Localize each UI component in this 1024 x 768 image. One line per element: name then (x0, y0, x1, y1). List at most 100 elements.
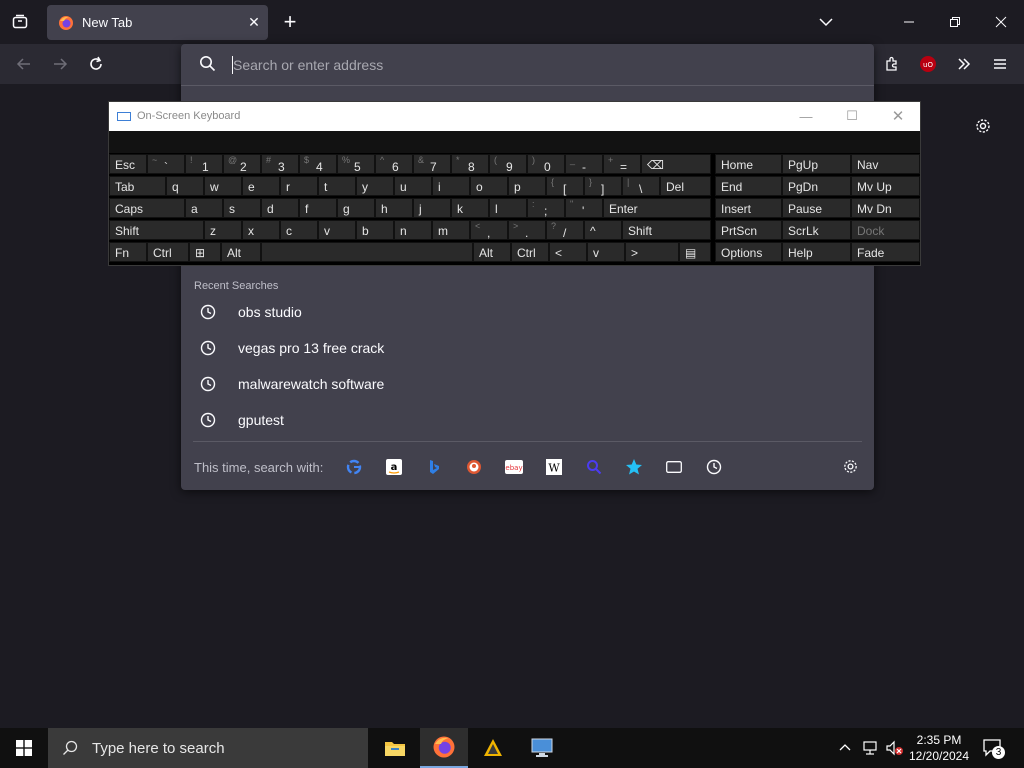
back-button[interactable] (12, 52, 36, 76)
osk-key[interactable]: g (337, 198, 375, 218)
osk-key-arrow-up[interactable]: ^ (584, 220, 622, 240)
osk-key[interactable]: * 8 (451, 154, 489, 174)
close-window-button[interactable] (989, 10, 1013, 34)
network-button[interactable] (862, 740, 880, 756)
osk-key[interactable]: % 5 (337, 154, 375, 174)
osk-key[interactable]: :; (527, 198, 565, 218)
ublock-origin-button[interactable]: uO (916, 52, 940, 76)
osk-key-menu[interactable]: ▤ (679, 242, 711, 262)
bing-icon[interactable] (425, 458, 443, 476)
amazon-icon[interactable]: a (385, 458, 403, 476)
google-icon[interactable] (345, 458, 363, 476)
osk-key[interactable]: ? / (546, 220, 584, 240)
volume-button[interactable] (885, 740, 905, 756)
osk-key-backspace[interactable]: ⌫ (641, 154, 711, 174)
osk-key-shift-left[interactable]: Shift (109, 220, 204, 240)
close-tab-icon[interactable]: ✕ (240, 14, 268, 31)
osk-key[interactable]: r (280, 176, 318, 196)
osk-key-fade[interactable]: Fade (851, 242, 920, 262)
osk-key[interactable]: @2 (223, 154, 261, 174)
osk-key[interactable]: " ' (565, 198, 603, 218)
app-menu-button[interactable] (988, 52, 1012, 76)
tab-list-button[interactable] (8, 10, 32, 34)
osk-key-esc[interactable]: Esc (109, 154, 147, 174)
osk-key-ctrl[interactable]: Ctrl (147, 242, 189, 262)
osk-key-dock[interactable]: Dock (851, 220, 920, 240)
osk-key-end[interactable]: End (715, 176, 782, 196)
osk-key-nav[interactable]: Nav (851, 154, 920, 174)
osk-key[interactable]: >. (508, 220, 546, 240)
osk-key[interactable]: q (166, 176, 204, 196)
wikipedia-icon[interactable]: W (545, 458, 563, 476)
osk-key[interactable]: a (185, 198, 223, 218)
osk-key[interactable]: p (508, 176, 546, 196)
osk-key[interactable]: {[ (546, 176, 584, 196)
osk-key[interactable]: t (318, 176, 356, 196)
bookmarks-star-icon[interactable] (625, 458, 643, 476)
action-center-button[interactable]: 3 (982, 738, 1006, 760)
osk-key[interactable]: m (432, 220, 470, 240)
more-tools-button[interactable] (952, 52, 976, 76)
taskbar-search-box[interactable]: Type here to search (48, 728, 368, 768)
osk-key-pause[interactable]: Pause (782, 198, 851, 218)
osk-key[interactable]: w (204, 176, 242, 196)
osk-key[interactable]: & 7 (413, 154, 451, 174)
recent-search-item[interactable]: gputest (194, 403, 861, 437)
osk-key-caps[interactable]: Caps (109, 198, 185, 218)
osk-key[interactable]: y (356, 176, 394, 196)
osk-close-button[interactable]: ✕ (883, 106, 913, 126)
osk-key-space[interactable] (261, 242, 473, 262)
osk-key[interactable]: u (394, 176, 432, 196)
osk-maximize-button[interactable]: ☐ (837, 106, 867, 126)
osk-key-prtscn[interactable]: PrtScn (715, 220, 782, 240)
list-all-tabs-button[interactable] (814, 10, 838, 34)
osk-key[interactable]: (9 (489, 154, 527, 174)
recent-search-item[interactable]: malwarewatch software (194, 367, 861, 401)
osk-key-alt[interactable]: Alt (221, 242, 261, 262)
osk-key-scrlk[interactable]: ScrLk (782, 220, 851, 240)
osk-key[interactable]: <, (470, 220, 508, 240)
duckduckgo-icon[interactable] (465, 458, 483, 476)
osk-key-alt-right[interactable]: Alt (473, 242, 511, 262)
osk-key[interactable]: $4 (299, 154, 337, 174)
recent-search-item[interactable]: obs studio (194, 295, 861, 329)
osk-key[interactable]: c (280, 220, 318, 240)
osk-key[interactable]: o (470, 176, 508, 196)
reload-button[interactable] (84, 52, 108, 76)
osk-key[interactable]: h (375, 198, 413, 218)
osk-key[interactable]: _ - (565, 154, 603, 174)
osk-key-pgdn[interactable]: PgDn (782, 176, 851, 196)
osk-key[interactable]: i (432, 176, 470, 196)
search-settings-button[interactable] (842, 458, 860, 476)
osk-key-mv-dn[interactable]: Mv Dn (851, 198, 920, 218)
tab-new-tab[interactable]: New Tab ✕ (47, 5, 268, 40)
osk-key-arrow-down[interactable]: v (587, 242, 625, 262)
osk-key[interactable]: x (242, 220, 280, 240)
tabs-icon[interactable] (665, 458, 683, 476)
osk-key[interactable]: ~ ` (147, 154, 185, 174)
show-hidden-icons-button[interactable] (838, 740, 854, 756)
forward-button[interactable] (48, 52, 72, 76)
history-icon[interactable] (705, 458, 723, 476)
osk-key[interactable]: z (204, 220, 242, 240)
osk-key[interactable]: s (223, 198, 261, 218)
osk-key-pgup[interactable]: PgUp (782, 154, 851, 174)
osk-key-home[interactable]: Home (715, 154, 782, 174)
osk-key[interactable]: n (394, 220, 432, 240)
osk-key[interactable]: #3 (261, 154, 299, 174)
extensions-button[interactable] (880, 52, 904, 76)
ebay-icon[interactable]: ebay (505, 458, 524, 476)
osk-key-del[interactable]: Del (660, 176, 711, 196)
minimize-button[interactable] (897, 10, 921, 34)
osk-key-ctrl-right[interactable]: Ctrl (511, 242, 549, 262)
osk-key-fn[interactable]: Fn (109, 242, 147, 262)
osk-key[interactable]: d (261, 198, 299, 218)
search-engine-icon[interactable] (585, 458, 603, 476)
osk-key-shift-right[interactable]: Shift (622, 220, 711, 240)
firefox-taskbar-button[interactable] (420, 728, 468, 768)
start-button[interactable] (0, 728, 48, 768)
recent-search-item[interactable]: vegas pro 13 free crack (194, 331, 861, 365)
restore-button[interactable] (943, 10, 967, 34)
osk-key-help[interactable]: Help (782, 242, 851, 262)
app-taskbar-button[interactable] (469, 728, 517, 768)
